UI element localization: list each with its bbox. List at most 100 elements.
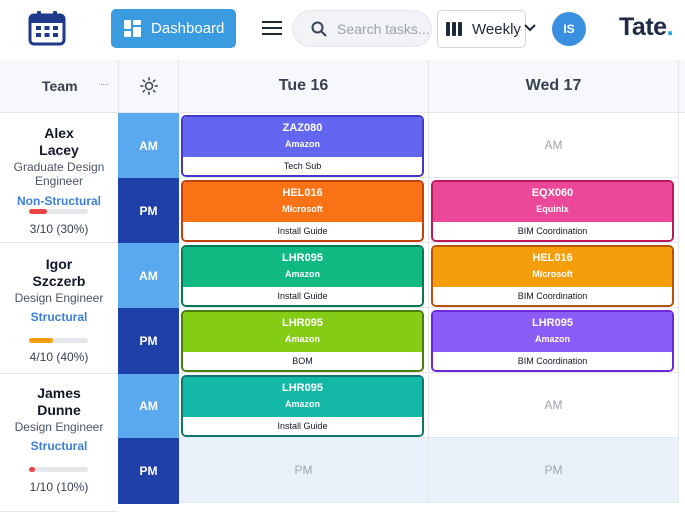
task-card[interactable]: LHR095 Amazon BOM — [181, 310, 424, 372]
task-card[interactable]: HEL016 Microsoft Install Guide — [181, 180, 424, 242]
task-card-header: EQX060 Equinix — [433, 182, 672, 222]
member-role: Design Engineer — [14, 420, 104, 434]
team-column-header: Team — [0, 60, 118, 113]
column-options-icon[interactable] — [99, 84, 108, 86]
theme-toggle[interactable] — [118, 60, 179, 113]
utilization-bar — [29, 209, 88, 214]
schedule-grid: Team Tue 16 Wed 17 Alex Lacey Graduate D… — [0, 60, 685, 512]
task-name: BIM Coordination — [433, 287, 672, 305]
task-card-header: ZAZ080 Amazon — [183, 117, 422, 157]
team-member-row: Alex Lacey Graduate Design Engineer Non-… — [0, 113, 118, 243]
logo-text: Tate — [619, 13, 667, 41]
dashboard-button-label: Dashboard — [151, 20, 225, 37]
empty-slot-label: PM — [544, 463, 563, 477]
task-name: Install Guide — [183, 417, 422, 435]
utilization-count: 3/10 (30%) — [29, 222, 89, 236]
schedule-cell[interactable]: LHR095 Amazon BIM Coordination — [429, 308, 679, 373]
empty-slot-label: AM — [544, 138, 563, 152]
utilization-fill — [29, 338, 53, 343]
day-header-tue: Tue 16 — [179, 60, 429, 113]
columns-icon — [446, 22, 462, 36]
client-name: Amazon — [284, 399, 320, 409]
utilization-fill — [29, 467, 35, 472]
task-card-header: LHR095 Amazon — [183, 377, 422, 417]
member-discipline[interactable]: Structural — [0, 310, 118, 324]
search-icon — [311, 21, 327, 37]
client-name: Microsoft — [282, 204, 323, 214]
user-avatar[interactable]: IS — [552, 12, 586, 46]
utilization-bar — [29, 467, 88, 472]
top-bar: Dashboard Weekly IS Tate. — [0, 0, 685, 60]
dashboard-button[interactable]: Dashboard — [111, 9, 236, 48]
chevron-down-icon[interactable] — [524, 24, 536, 32]
calendar-icon[interactable] — [28, 10, 66, 46]
member-name-first: Alex — [44, 125, 74, 141]
project-code: HEL016 — [282, 187, 323, 199]
dashboard-grid-icon — [124, 20, 141, 37]
task-name: Tech Sub — [183, 157, 422, 175]
client-name: Amazon — [284, 269, 320, 279]
slot-am: AM — [118, 243, 179, 308]
member-name-last: Lacey — [39, 142, 79, 158]
project-code: HEL016 — [532, 252, 573, 264]
schedule-cell[interactable]: LHR095 Amazon Install Guide — [179, 373, 429, 438]
task-card[interactable]: LHR095 Amazon Install Guide — [181, 245, 424, 307]
day-header-wed: Wed 17 — [429, 60, 679, 113]
logo-dot: . — [666, 13, 674, 41]
project-code: ZAZ080 — [282, 122, 323, 134]
view-select[interactable]: Weekly — [437, 10, 526, 48]
day-header-overflow — [679, 60, 685, 113]
member-discipline[interactable]: Non-Structural — [0, 194, 118, 208]
task-name: BIM Coordination — [433, 222, 672, 240]
member-name-last: Dunne — [37, 402, 81, 418]
task-card[interactable]: LHR095 Amazon BIM Coordination — [431, 310, 674, 372]
client-name: Amazon — [534, 334, 570, 344]
schedule-cell[interactable]: HEL016 Microsoft BIM Coordination — [429, 243, 679, 308]
schedule-cell[interactable]: LHR095 Amazon BOM — [179, 308, 429, 373]
task-card[interactable]: LHR095 Amazon Install Guide — [181, 375, 424, 437]
tate-logo: Tate. — [619, 13, 674, 42]
member-name-last: Szczerb — [32, 273, 86, 289]
slot-am: AM — [118, 374, 179, 438]
client-name: Equinix — [536, 204, 569, 214]
search-box[interactable] — [292, 10, 432, 47]
schedule-cell[interactable]: EQX060 Equinix BIM Coordination — [429, 178, 679, 243]
task-card-header: HEL016 Microsoft — [183, 182, 422, 222]
task-name: Install Guide — [183, 287, 422, 305]
utilization-bar — [29, 338, 88, 343]
client-name: Amazon — [284, 334, 320, 344]
task-card-header: LHR095 Amazon — [183, 247, 422, 287]
task-card-header: HEL016 Microsoft — [433, 247, 672, 287]
search-input[interactable] — [337, 19, 429, 39]
task-card[interactable]: HEL016 Microsoft BIM Coordination — [431, 245, 674, 307]
project-code: LHR095 — [282, 252, 323, 264]
team-member-row: Igor Szczerb Design Engineer Structural … — [0, 243, 118, 374]
utilization-fill — [29, 209, 47, 214]
day-header-label: Tue 16 — [278, 77, 329, 94]
avatar-initials: IS — [563, 22, 575, 36]
schedule-cell[interactable]: LHR095 Amazon Install Guide — [179, 243, 429, 308]
task-card[interactable]: ZAZ080 Amazon Tech Sub — [181, 115, 424, 177]
empty-slot-label: AM — [544, 398, 563, 412]
schedule-cell[interactable]: ZAZ080 Amazon Tech Sub — [179, 113, 429, 178]
member-role: Design Engineer — [14, 291, 104, 305]
schedule-cell[interactable]: PM — [179, 438, 429, 503]
client-name: Amazon — [284, 139, 320, 149]
day-header-label: Wed 17 — [525, 77, 582, 94]
schedule-cell[interactable]: AM — [429, 373, 679, 438]
slot-pm: PM — [118, 438, 179, 504]
schedule-cell[interactable]: AM — [429, 113, 679, 178]
member-name-first: James — [37, 385, 81, 401]
project-code: LHR095 — [282, 317, 323, 329]
hamburger-menu-icon[interactable] — [262, 20, 282, 36]
view-select-label: Weekly — [472, 20, 521, 38]
member-role: Graduate Design Engineer — [13, 160, 105, 188]
member-discipline[interactable]: Structural — [0, 439, 118, 453]
schedule-cell[interactable]: HEL016 Microsoft Install Guide — [179, 178, 429, 243]
project-code: EQX060 — [531, 187, 574, 199]
utilization-count: 4/10 (40%) — [29, 350, 89, 364]
schedule-cell[interactable]: PM — [429, 438, 679, 503]
team-member-row: James Dunne Design Engineer Structural 1… — [0, 374, 118, 512]
task-card[interactable]: EQX060 Equinix BIM Coordination — [431, 180, 674, 242]
slot-am: AM — [118, 113, 179, 178]
